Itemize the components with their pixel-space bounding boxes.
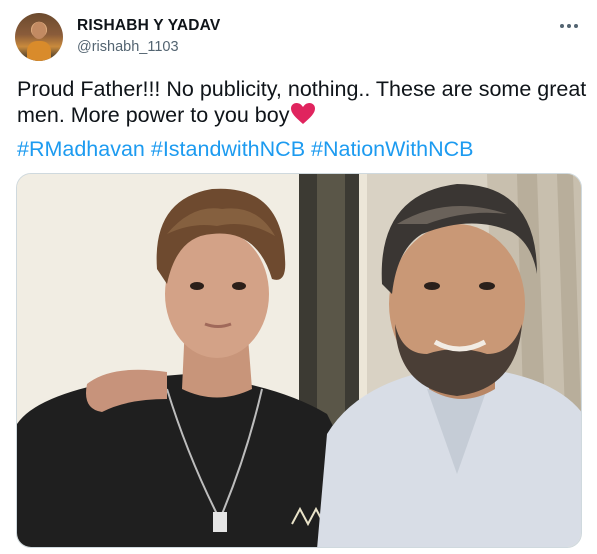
hashtag-link[interactable]: #RMadhavan (17, 137, 145, 161)
tweet-photo[interactable] (16, 173, 582, 548)
avatar-figure-body (27, 41, 51, 61)
red-heart-icon (290, 102, 316, 131)
tweet-card[interactable]: RISHABH Y YADAV @rishabh_1103 Proud Fath… (0, 0, 597, 554)
author-name[interactable]: RISHABH Y YADAV (77, 17, 220, 35)
avatar-figure-head (32, 22, 46, 39)
more-options-button[interactable] (557, 14, 581, 38)
hashtag-link[interactable]: #NationWithNCB (311, 137, 474, 161)
hashtag-line: #RMadhavan #IstandwithNCB #NationWithNCB (17, 136, 587, 162)
author-handle[interactable]: @rishabh_1103 (77, 39, 179, 55)
avatar[interactable] (15, 13, 63, 61)
hashtag-link[interactable]: #IstandwithNCB (151, 137, 305, 161)
tweet-text: Proud Father!!! No publicity, nothing.. … (17, 76, 587, 131)
more-horizontal-icon (560, 24, 578, 28)
photo-illustration (17, 174, 581, 547)
